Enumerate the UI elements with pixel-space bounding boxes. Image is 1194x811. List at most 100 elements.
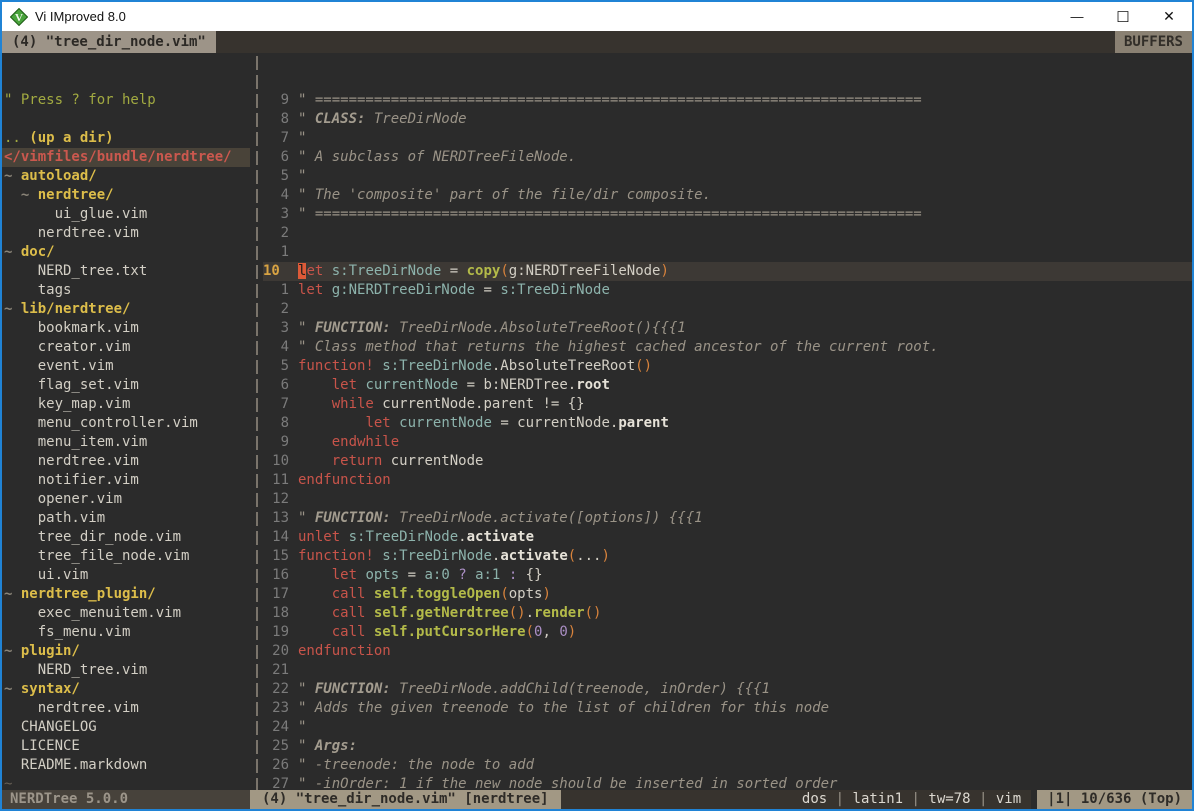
nerdtree-item-dir[interactable]: ~ autoload/	[2, 167, 250, 186]
editor-line[interactable]: 2	[263, 300, 1192, 319]
editor-line[interactable]: 11endfunction	[263, 471, 1192, 490]
nerdtree-item-root[interactable]: </vimfiles/bundle/nerdtree/	[2, 148, 250, 167]
nerdtree-item-file[interactable]: NERD_tree.txt	[2, 262, 250, 281]
nerdtree-item-dir[interactable]: ~ lib/nerdtree/	[2, 300, 250, 319]
nerdtree-item-up[interactable]: .. (up a dir)	[2, 129, 250, 148]
editor-line[interactable]: 10 return currentNode	[263, 452, 1192, 471]
svg-text:V: V	[15, 12, 23, 24]
nerdtree-item-file[interactable]: menu_item.vim	[2, 433, 250, 452]
nerdtree-item-file[interactable]: ui_glue.vim	[2, 205, 250, 224]
window-split-separator[interactable]	[250, 53, 263, 790]
editor-line[interactable]: 21	[263, 661, 1192, 680]
nerdtree-item-file[interactable]: fs_menu.vim	[2, 623, 250, 642]
line-number: 22	[263, 680, 289, 699]
editor-line[interactable]: 2	[263, 224, 1192, 243]
nerdtree-item-file[interactable]: nerdtree.vim	[2, 699, 250, 718]
editor-line-current[interactable]: 10let s:TreeDirNode = copy(g:NERDTreeFil…	[263, 262, 1192, 281]
editor-line[interactable]: 6 let currentNode = b:NERDTree.root	[263, 376, 1192, 395]
maximize-button[interactable]: ☐	[1100, 2, 1146, 31]
editor-line[interactable]: 18 call self.getNerdtree().render()	[263, 604, 1192, 623]
line-number: 18	[263, 604, 289, 623]
nerdtree-item-dir[interactable]: ~ nerdtree/	[2, 186, 250, 205]
editor-line[interactable]: 1	[263, 243, 1192, 262]
editor-line[interactable]: 16 let opts = a:0 ? a:1 : {}	[263, 566, 1192, 585]
code-text: let opts = a:0 ? a:1 : {}	[298, 566, 543, 585]
editor-line[interactable]: 15function! s:TreeDirNode.activate(...)	[263, 547, 1192, 566]
editor-line[interactable]: 8 let currentNode = currentNode.parent	[263, 414, 1192, 433]
nerdtree-item-file[interactable]: path.vim	[2, 509, 250, 528]
line-number: 14	[263, 528, 289, 547]
line-number: 16	[263, 566, 289, 585]
nerdtree-item-dir[interactable]: ~ nerdtree_plugin/	[2, 585, 250, 604]
code-text: " Class method that returns the highest …	[298, 338, 939, 357]
nerdtree-item-file[interactable]: event.vim	[2, 357, 250, 376]
editor-line[interactable]: 19 call self.putCursorHere(0, 0)	[263, 623, 1192, 642]
nerdtree-item-file[interactable]: nerdtree.vim	[2, 452, 250, 471]
code-text: " ======================================…	[298, 205, 922, 224]
editor-line[interactable]: 5function! s:TreeDirNode.AbsoluteTreeRoo…	[263, 357, 1192, 376]
nerdtree-item-file[interactable]: creator.vim	[2, 338, 250, 357]
code-text: function! s:TreeDirNode.AbsoluteTreeRoot…	[298, 357, 652, 376]
editor-line[interactable]: 3" =====================================…	[263, 205, 1192, 224]
nerdtree-item-file[interactable]: exec_menuitem.vim	[2, 604, 250, 623]
nerdtree-item-file[interactable]: bookmark.vim	[2, 319, 250, 338]
code-text: call self.getNerdtree().render()	[298, 604, 601, 623]
line-number: 6	[263, 148, 289, 167]
editor-line[interactable]: 6" A subclass of NERDTreeFileNode.	[263, 148, 1192, 167]
code-text: " -inOrder: 1 if the new node should be …	[298, 775, 837, 790]
nerdtree-item-file[interactable]: tree_file_node.vim	[2, 547, 250, 566]
nerdtree-item-file[interactable]: tags	[2, 281, 250, 300]
nerdtree-item-help[interactable]: " Press ? for help	[2, 91, 250, 110]
nerdtree-item-file[interactable]: CHANGELOG	[2, 718, 250, 737]
editor-line[interactable]: 1let g:NERDTreeDirNode = s:TreeDirNode	[263, 281, 1192, 300]
code-text: call self.toggleOpen(opts)	[298, 585, 551, 604]
code-text: " FUNCTION: TreeDirNode.AbsoluteTreeRoot…	[298, 319, 686, 338]
editor-line[interactable]: 14unlet s:TreeDirNode.activate	[263, 528, 1192, 547]
nerdtree-item-file[interactable]: key_map.vim	[2, 395, 250, 414]
nerdtree-item-dir[interactable]: ~ doc/	[2, 243, 250, 262]
editor-line[interactable]: 3" FUNCTION: TreeDirNode.AbsoluteTreeRoo…	[263, 319, 1192, 338]
nerdtree-item-file[interactable]: tree_dir_node.vim	[2, 528, 250, 547]
editor-line[interactable]: 24"	[263, 718, 1192, 737]
editor-line[interactable]: 7"	[263, 129, 1192, 148]
gvim-window: V Vi IMproved 8.0 — ☐ ✕ (4) "tree_dir_no…	[0, 0, 1194, 811]
nerdtree-item-file[interactable]: nerdtree.vim	[2, 224, 250, 243]
editor-line[interactable]: 8" CLASS: TreeDirNode	[263, 110, 1192, 129]
code-text: "	[298, 167, 306, 186]
editor-line[interactable]: 27" -inOrder: 1 if the new node should b…	[263, 775, 1192, 790]
line-number: 6	[263, 376, 289, 395]
nerdtree-item-file[interactable]: notifier.vim	[2, 471, 250, 490]
editor-line[interactable]: 17 call self.toggleOpen(opts)	[263, 585, 1192, 604]
editor-pane[interactable]: 9" =====================================…	[263, 53, 1192, 790]
nerdtree-item-file[interactable]: LICENCE	[2, 737, 250, 756]
nerdtree-item-file[interactable]: menu_controller.vim	[2, 414, 250, 433]
editor-line[interactable]: 7 while currentNode.parent != {}	[263, 395, 1192, 414]
editor-line[interactable]: 4" The 'composite' part of the file/dir …	[263, 186, 1192, 205]
code-text: " ======================================…	[298, 91, 922, 110]
editor-line[interactable]: 9 endwhile	[263, 433, 1192, 452]
nerdtree-item-file[interactable]: flag_set.vim	[2, 376, 250, 395]
editor-line[interactable]: 4" Class method that returns the highest…	[263, 338, 1192, 357]
nerdtree-item-dir[interactable]: ~ plugin/	[2, 642, 250, 661]
editor-line[interactable]: 22" FUNCTION: TreeDirNode.addChild(treen…	[263, 680, 1192, 699]
editor-line[interactable]: 20endfunction	[263, 642, 1192, 661]
nerdtree-item-file[interactable]: NERD_tree.vim	[2, 661, 250, 680]
minimize-button[interactable]: —	[1054, 2, 1100, 31]
editor-lines: 9" =====================================…	[263, 91, 1192, 790]
editor-line[interactable]: 25" Args:	[263, 737, 1192, 756]
nerdtree-item-dir[interactable]: ~ syntax/	[2, 680, 250, 699]
nerdtree-item-file[interactable]: opener.vim	[2, 490, 250, 509]
line-number: 2	[263, 224, 289, 243]
editor-line[interactable]: 26" -treenode: the node to add	[263, 756, 1192, 775]
nerdtree-item-file[interactable]: README.markdown	[2, 756, 250, 775]
code-text: endfunction	[298, 471, 391, 490]
nerdtree-item-file[interactable]: ui.vim	[2, 566, 250, 585]
editor-line[interactable]: 13" FUNCTION: TreeDirNode.activate([opti…	[263, 509, 1192, 528]
editor-line[interactable]: 9" =====================================…	[263, 91, 1192, 110]
tab-active-buffer[interactable]: (4) "tree_dir_node.vim"	[2, 31, 216, 53]
vim-logo-icon: V	[10, 8, 28, 26]
editor-line[interactable]: 12	[263, 490, 1192, 509]
editor-line[interactable]: 23" Adds the given treenode to the list …	[263, 699, 1192, 718]
close-button[interactable]: ✕	[1146, 2, 1192, 31]
editor-line[interactable]: 5"	[263, 167, 1192, 186]
